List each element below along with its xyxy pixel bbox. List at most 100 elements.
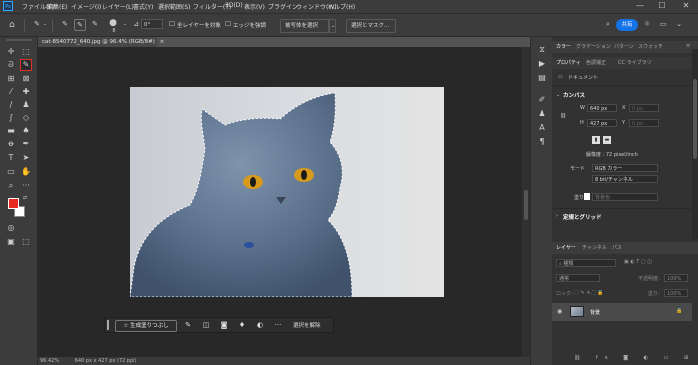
properties-scrollbar[interactable] — [692, 49, 698, 239]
menu-type[interactable]: 書式(Y) — [133, 2, 153, 11]
tab-paths[interactable]: パス — [612, 244, 622, 251]
edit-toolbar-icon[interactable]: ⬚ — [21, 237, 31, 247]
adjustment-layer-icon[interactable]: ◐ — [255, 320, 265, 330]
more-options-icon[interactable]: ··· — [273, 320, 283, 330]
minimize-button[interactable]: — — [634, 1, 646, 11]
document-tab[interactable]: cat-8540772_640.jpg @ 96.4% (RGB/8#) × — [38, 37, 164, 47]
clone-source-icon[interactable]: ♟ — [537, 109, 547, 119]
lightbulb-icon[interactable]: ☼ — [642, 19, 652, 29]
layer-footer-icons[interactable]: ⛓ fx ◙ ◐ ▭ ⊞ ⌫ — [574, 355, 698, 361]
panel-menu-icon[interactable]: ≡ — [686, 43, 690, 49]
menu-plugins[interactable]: プラグイン — [268, 2, 298, 11]
filter-icons[interactable]: ▣ ◐ T ▢ ◫ — [624, 259, 652, 265]
chevron-down-icon[interactable]: ⌄ — [556, 92, 560, 98]
lasso-tool-icon[interactable]: ᘐ — [6, 60, 16, 70]
y-input[interactable]: 0 px — [629, 119, 659, 127]
comments-panel-icon[interactable]: ▤ — [537, 73, 547, 83]
foreground-color-swatch[interactable] — [8, 198, 19, 209]
maximize-button[interactable]: ☐ — [656, 1, 668, 11]
character-panel-icon[interactable]: A — [537, 123, 547, 133]
width-input[interactable]: 640 px — [587, 104, 617, 112]
scrollbar-thumb[interactable] — [693, 79, 697, 159]
actions-panel-icon[interactable]: ▶ — [537, 59, 547, 69]
menu-image[interactable]: イメージ(I) — [71, 2, 101, 11]
move-tool-icon[interactable]: ✛ — [6, 47, 16, 57]
modify-selection-icon[interactable]: ✎ — [183, 320, 193, 330]
fill-select[interactable]: 背景色 — [592, 193, 658, 201]
generative-fill-button[interactable]: ☆ 生成塗りつぶし — [115, 320, 177, 332]
subtract-selection-icon[interactable]: ✎ — [90, 19, 100, 29]
layer-filter-select[interactable]: ⌕ 種類 — [556, 259, 616, 267]
angle-input[interactable]: 0° — [141, 19, 163, 29]
zoom-tool-icon[interactable]: ⌕ — [6, 181, 16, 191]
menu-edit[interactable]: 編集(E) — [47, 2, 67, 11]
invert-selection-icon[interactable]: ◫ — [201, 320, 211, 330]
menu-help[interactable]: ヘルプ(H) — [328, 2, 355, 11]
dodge-tool-icon[interactable]: ꝋ — [6, 139, 16, 149]
visibility-eye-icon[interactable]: ◉ — [557, 308, 562, 315]
opacity-input[interactable]: 100% — [664, 274, 688, 282]
history-panel-icon[interactable]: ⧖ — [537, 45, 547, 55]
height-input[interactable]: 427 px — [587, 119, 617, 127]
sample-all-checkbox[interactable]: ☐ — [168, 19, 176, 29]
close-button[interactable]: ✕ — [680, 1, 692, 11]
tab-gradient[interactable]: グラデーション — [576, 43, 611, 50]
tab-layers[interactable]: レイヤー — [556, 244, 576, 251]
menu-layer[interactable]: レイヤー(L) — [102, 2, 134, 11]
taskbar-grip[interactable] — [107, 320, 109, 330]
menu-select[interactable]: 選択範囲(S) — [158, 2, 191, 11]
crop-tool-icon[interactable]: ⊞ — [6, 74, 16, 84]
enhance-edge-checkbox[interactable]: ☐ — [224, 19, 232, 29]
vertical-scrollbar[interactable] — [522, 47, 530, 357]
bit-depth-select[interactable]: 8 bit/チャンネル — [592, 175, 658, 183]
new-selection-icon[interactable]: ✎ — [60, 19, 70, 29]
brush-panel-icon[interactable]: ✐ — [537, 95, 547, 105]
select-and-mask-button[interactable]: 選択とマスク... — [346, 19, 396, 33]
scrollbar-thumb[interactable] — [524, 190, 528, 220]
home-icon[interactable]: ⌂ — [7, 20, 17, 30]
quick-mask-icon[interactable]: ◎ — [6, 223, 16, 233]
rectangle-tool-icon[interactable]: ▭ — [6, 167, 16, 177]
tab-channels[interactable]: チャンネル — [582, 244, 607, 251]
chevron-down-icon[interactable]: ⌄ — [121, 19, 129, 29]
gradient-tool-icon[interactable]: ▬ — [6, 126, 16, 136]
select-subject-dropdown[interactable]: ⌄ — [328, 19, 336, 33]
landscape-orientation-icon[interactable]: ▬ — [603, 136, 611, 144]
frame-tool-icon[interactable]: ⊠ — [21, 74, 31, 84]
history-brush-tool-icon[interactable]: ∫ — [6, 113, 16, 123]
x-input[interactable]: 0 px — [629, 104, 659, 112]
clone-stamp-tool-icon[interactable]: ♟ — [21, 100, 31, 110]
tab-properties[interactable]: プロパティ — [556, 59, 581, 66]
menu-view[interactable]: 表示(V) — [244, 2, 265, 11]
tab-cc-libraries[interactable]: CC ライブラリ — [618, 59, 652, 66]
healing-brush-tool-icon[interactable]: ✚ — [21, 87, 31, 97]
close-tab-icon[interactable]: × — [160, 39, 165, 45]
fill-swatch[interactable] — [584, 193, 590, 200]
eraser-tool-icon[interactable]: ◇ — [21, 113, 31, 123]
link-icon[interactable]: ⛓ — [560, 113, 566, 119]
swap-colors-icon[interactable]: ⇄ — [22, 195, 28, 201]
tab-adjustments[interactable]: 色調補正 — [586, 59, 606, 66]
share-button[interactable]: 共有 — [616, 19, 638, 31]
tab-swatches[interactable]: スウォッチ — [638, 43, 663, 50]
add-to-selection-icon[interactable]: ✎ — [74, 19, 86, 31]
create-mask-icon[interactable]: ◙ — [219, 320, 229, 330]
fill-selection-icon[interactable]: ♦ — [237, 320, 247, 330]
chevron-down-icon[interactable]: ⌄ — [674, 19, 684, 29]
eyedropper-tool-icon[interactable]: ⁄ — [6, 87, 16, 97]
tab-color[interactable]: カラー — [556, 43, 571, 50]
brush-tool-icon[interactable]: ∕ — [6, 100, 16, 110]
screen-mode-icon[interactable]: ▣ — [6, 237, 16, 247]
color-mode-select[interactable]: RGB カラー — [592, 164, 658, 172]
quick-selection-tool-icon[interactable]: ✎ — [32, 19, 42, 29]
layer-row[interactable]: ◉ 背景 🔒 — [552, 303, 692, 321]
paragraph-panel-icon[interactable]: ¶ — [537, 137, 547, 147]
workspace-icon[interactable]: ▭ — [658, 19, 668, 29]
marquee-tool-icon[interactable]: ⬚ — [21, 47, 31, 57]
deselect-button[interactable]: 選択を解除 — [293, 321, 321, 329]
lock-icons[interactable]: ⬚ ✎ ✛ ⛶ 🔒 — [574, 290, 603, 296]
zoom-level[interactable]: 96.42% — [40, 358, 59, 364]
tab-pattern[interactable]: パターン — [614, 43, 634, 50]
type-tool-icon[interactable]: T — [6, 153, 16, 163]
search-icon[interactable]: ⌕ — [603, 19, 613, 29]
